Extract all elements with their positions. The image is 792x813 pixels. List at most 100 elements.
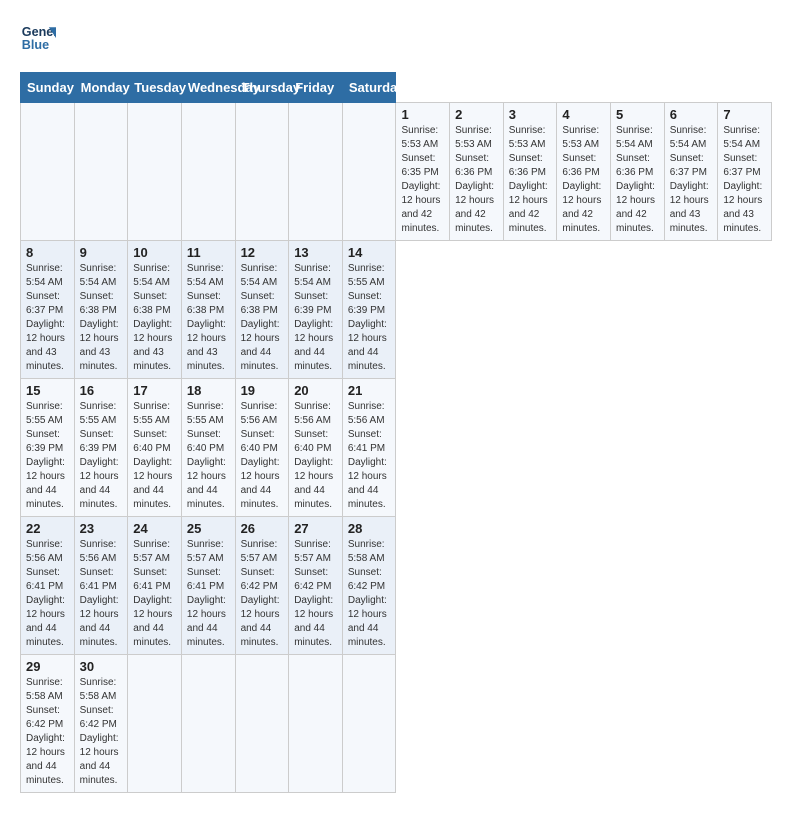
calendar-week-5: 29 Sunrise: 5:58 AMSunset: 6:42 PMDaylig… (21, 655, 772, 793)
calendar-cell: 16 Sunrise: 5:55 AMSunset: 6:39 PMDaylig… (74, 379, 128, 517)
day-info: Sunrise: 5:53 AMSunset: 6:36 PMDaylight:… (509, 125, 548, 234)
calendar-cell: 6 Sunrise: 5:54 AMSunset: 6:37 PMDayligh… (664, 103, 718, 241)
page-header: General Blue (20, 20, 772, 56)
header-col-tuesday: Tuesday (128, 73, 182, 103)
calendar-cell: 28 Sunrise: 5:58 AMSunset: 6:42 PMDaylig… (342, 517, 396, 655)
day-info: Sunrise: 5:56 AMSunset: 6:40 PMDaylight:… (294, 401, 333, 510)
day-number: 14 (348, 245, 391, 260)
calendar-cell: 17 Sunrise: 5:55 AMSunset: 6:40 PMDaylig… (128, 379, 182, 517)
day-info: Sunrise: 5:55 AMSunset: 6:39 PMDaylight:… (348, 263, 387, 372)
day-info: Sunrise: 5:56 AMSunset: 6:41 PMDaylight:… (348, 401, 387, 510)
calendar-week-4: 22 Sunrise: 5:56 AMSunset: 6:41 PMDaylig… (21, 517, 772, 655)
calendar-body: 1 Sunrise: 5:53 AMSunset: 6:35 PMDayligh… (21, 103, 772, 793)
calendar-cell: 5 Sunrise: 5:54 AMSunset: 6:36 PMDayligh… (611, 103, 665, 241)
day-info: Sunrise: 5:54 AMSunset: 6:37 PMDaylight:… (26, 263, 65, 372)
day-info: Sunrise: 5:53 AMSunset: 6:36 PMDaylight:… (455, 125, 494, 234)
day-info: Sunrise: 5:56 AMSunset: 6:41 PMDaylight:… (26, 539, 65, 648)
day-number: 26 (241, 521, 284, 536)
day-number: 2 (455, 107, 498, 122)
calendar-cell: 9 Sunrise: 5:54 AMSunset: 6:38 PMDayligh… (74, 241, 128, 379)
day-number: 28 (348, 521, 391, 536)
calendar-cell: 14 Sunrise: 5:55 AMSunset: 6:39 PMDaylig… (342, 241, 396, 379)
day-number: 27 (294, 521, 337, 536)
day-number: 8 (26, 245, 69, 260)
calendar-cell: 23 Sunrise: 5:56 AMSunset: 6:41 PMDaylig… (74, 517, 128, 655)
day-info: Sunrise: 5:56 AMSunset: 6:40 PMDaylight:… (241, 401, 280, 510)
day-info: Sunrise: 5:54 AMSunset: 6:38 PMDaylight:… (133, 263, 172, 372)
day-info: Sunrise: 5:58 AMSunset: 6:42 PMDaylight:… (26, 677, 65, 786)
day-info: Sunrise: 5:57 AMSunset: 6:42 PMDaylight:… (294, 539, 333, 648)
calendar-cell (342, 655, 396, 793)
logo-icon: General Blue (20, 20, 56, 56)
calendar-cell (74, 103, 128, 241)
day-number: 3 (509, 107, 552, 122)
calendar-cell (181, 655, 235, 793)
header-col-saturday: Saturday (342, 73, 396, 103)
day-info: Sunrise: 5:57 AMSunset: 6:42 PMDaylight:… (241, 539, 280, 648)
day-number: 19 (241, 383, 284, 398)
day-number: 25 (187, 521, 230, 536)
calendar-cell: 2 Sunrise: 5:53 AMSunset: 6:36 PMDayligh… (450, 103, 504, 241)
day-number: 5 (616, 107, 659, 122)
day-number: 17 (133, 383, 176, 398)
calendar-cell: 3 Sunrise: 5:53 AMSunset: 6:36 PMDayligh… (503, 103, 557, 241)
day-number: 6 (670, 107, 713, 122)
calendar-cell (289, 103, 343, 241)
calendar-week-3: 15 Sunrise: 5:55 AMSunset: 6:39 PMDaylig… (21, 379, 772, 517)
day-number: 12 (241, 245, 284, 260)
calendar-cell (128, 103, 182, 241)
calendar-header-row: SundayMondayTuesdayWednesdayThursdayFrid… (21, 73, 772, 103)
day-info: Sunrise: 5:54 AMSunset: 6:37 PMDaylight:… (723, 125, 762, 234)
calendar-cell: 11 Sunrise: 5:54 AMSunset: 6:38 PMDaylig… (181, 241, 235, 379)
header-col-wednesday: Wednesday (181, 73, 235, 103)
day-info: Sunrise: 5:55 AMSunset: 6:40 PMDaylight:… (187, 401, 226, 510)
calendar-cell: 27 Sunrise: 5:57 AMSunset: 6:42 PMDaylig… (289, 517, 343, 655)
day-info: Sunrise: 5:54 AMSunset: 6:38 PMDaylight:… (187, 263, 226, 372)
day-info: Sunrise: 5:54 AMSunset: 6:39 PMDaylight:… (294, 263, 333, 372)
header-col-monday: Monday (74, 73, 128, 103)
calendar-cell (342, 103, 396, 241)
svg-text:Blue: Blue (22, 38, 49, 52)
calendar-cell: 30 Sunrise: 5:58 AMSunset: 6:42 PMDaylig… (74, 655, 128, 793)
calendar-week-2: 8 Sunrise: 5:54 AMSunset: 6:37 PMDayligh… (21, 241, 772, 379)
calendar-cell: 10 Sunrise: 5:54 AMSunset: 6:38 PMDaylig… (128, 241, 182, 379)
day-number: 23 (80, 521, 123, 536)
calendar-cell (128, 655, 182, 793)
day-number: 7 (723, 107, 766, 122)
calendar-cell: 26 Sunrise: 5:57 AMSunset: 6:42 PMDaylig… (235, 517, 289, 655)
day-number: 30 (80, 659, 123, 674)
logo: General Blue (20, 20, 56, 56)
day-info: Sunrise: 5:57 AMSunset: 6:41 PMDaylight:… (187, 539, 226, 648)
day-number: 20 (294, 383, 337, 398)
calendar-cell: 20 Sunrise: 5:56 AMSunset: 6:40 PMDaylig… (289, 379, 343, 517)
calendar-cell: 12 Sunrise: 5:54 AMSunset: 6:38 PMDaylig… (235, 241, 289, 379)
day-number: 21 (348, 383, 391, 398)
calendar-cell: 15 Sunrise: 5:55 AMSunset: 6:39 PMDaylig… (21, 379, 75, 517)
day-info: Sunrise: 5:56 AMSunset: 6:41 PMDaylight:… (80, 539, 119, 648)
day-number: 9 (80, 245, 123, 260)
calendar-cell: 25 Sunrise: 5:57 AMSunset: 6:41 PMDaylig… (181, 517, 235, 655)
calendar-cell: 19 Sunrise: 5:56 AMSunset: 6:40 PMDaylig… (235, 379, 289, 517)
calendar-cell: 22 Sunrise: 5:56 AMSunset: 6:41 PMDaylig… (21, 517, 75, 655)
calendar-cell (235, 103, 289, 241)
day-number: 16 (80, 383, 123, 398)
day-number: 4 (562, 107, 605, 122)
day-number: 18 (187, 383, 230, 398)
day-info: Sunrise: 5:58 AMSunset: 6:42 PMDaylight:… (80, 677, 119, 786)
day-info: Sunrise: 5:54 AMSunset: 6:37 PMDaylight:… (670, 125, 709, 234)
calendar-table: SundayMondayTuesdayWednesdayThursdayFrid… (20, 72, 772, 793)
day-info: Sunrise: 5:54 AMSunset: 6:36 PMDaylight:… (616, 125, 655, 234)
day-info: Sunrise: 5:55 AMSunset: 6:39 PMDaylight:… (26, 401, 65, 510)
header-col-thursday: Thursday (235, 73, 289, 103)
calendar-cell (235, 655, 289, 793)
calendar-cell (289, 655, 343, 793)
day-info: Sunrise: 5:54 AMSunset: 6:38 PMDaylight:… (241, 263, 280, 372)
calendar-cell: 18 Sunrise: 5:55 AMSunset: 6:40 PMDaylig… (181, 379, 235, 517)
calendar-cell: 29 Sunrise: 5:58 AMSunset: 6:42 PMDaylig… (21, 655, 75, 793)
calendar-cell: 13 Sunrise: 5:54 AMSunset: 6:39 PMDaylig… (289, 241, 343, 379)
day-info: Sunrise: 5:58 AMSunset: 6:42 PMDaylight:… (348, 539, 387, 648)
day-info: Sunrise: 5:53 AMSunset: 6:36 PMDaylight:… (562, 125, 601, 234)
calendar-week-1: 1 Sunrise: 5:53 AMSunset: 6:35 PMDayligh… (21, 103, 772, 241)
calendar-cell: 8 Sunrise: 5:54 AMSunset: 6:37 PMDayligh… (21, 241, 75, 379)
day-number: 11 (187, 245, 230, 260)
